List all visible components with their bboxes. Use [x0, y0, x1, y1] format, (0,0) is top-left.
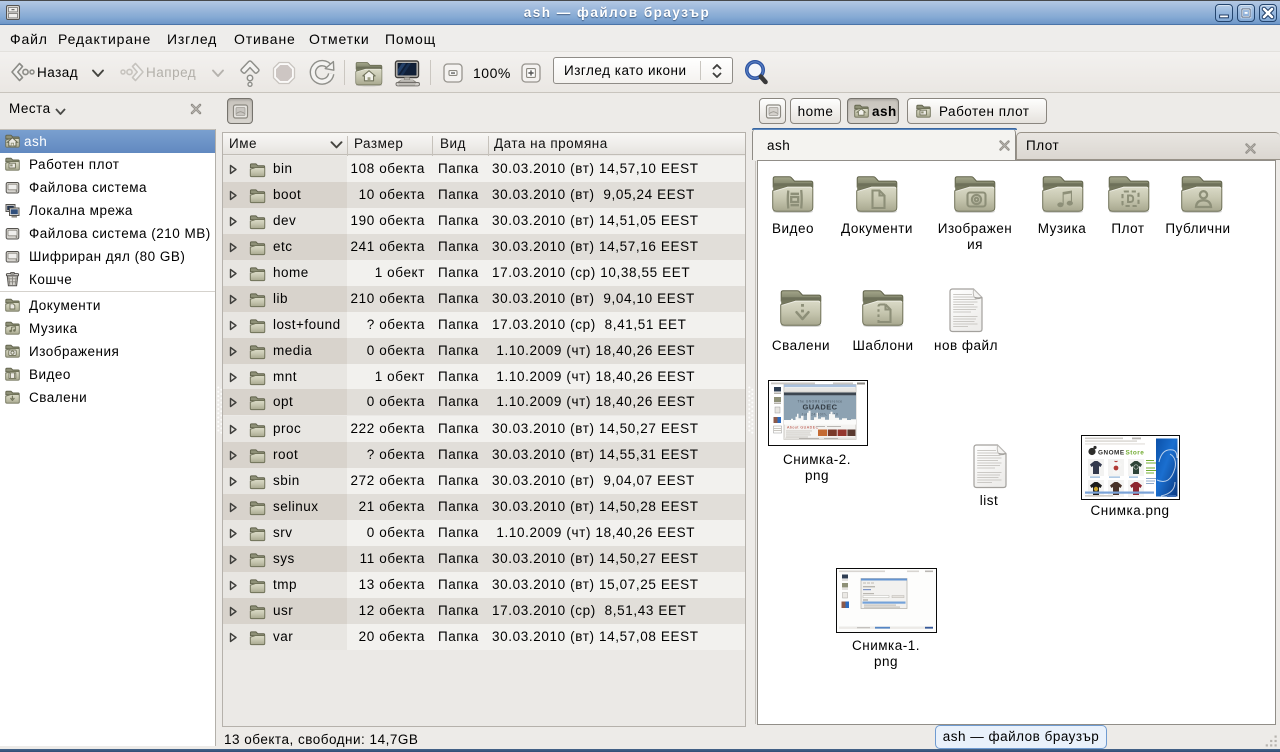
svg-text:About GUADEC: About GUADEC: [787, 426, 819, 430]
svg-text:Store: Store: [1126, 450, 1145, 457]
svg-text:GUADEC: GUADEC: [803, 403, 838, 412]
svg-text:GNOME: GNOME: [1098, 450, 1125, 457]
